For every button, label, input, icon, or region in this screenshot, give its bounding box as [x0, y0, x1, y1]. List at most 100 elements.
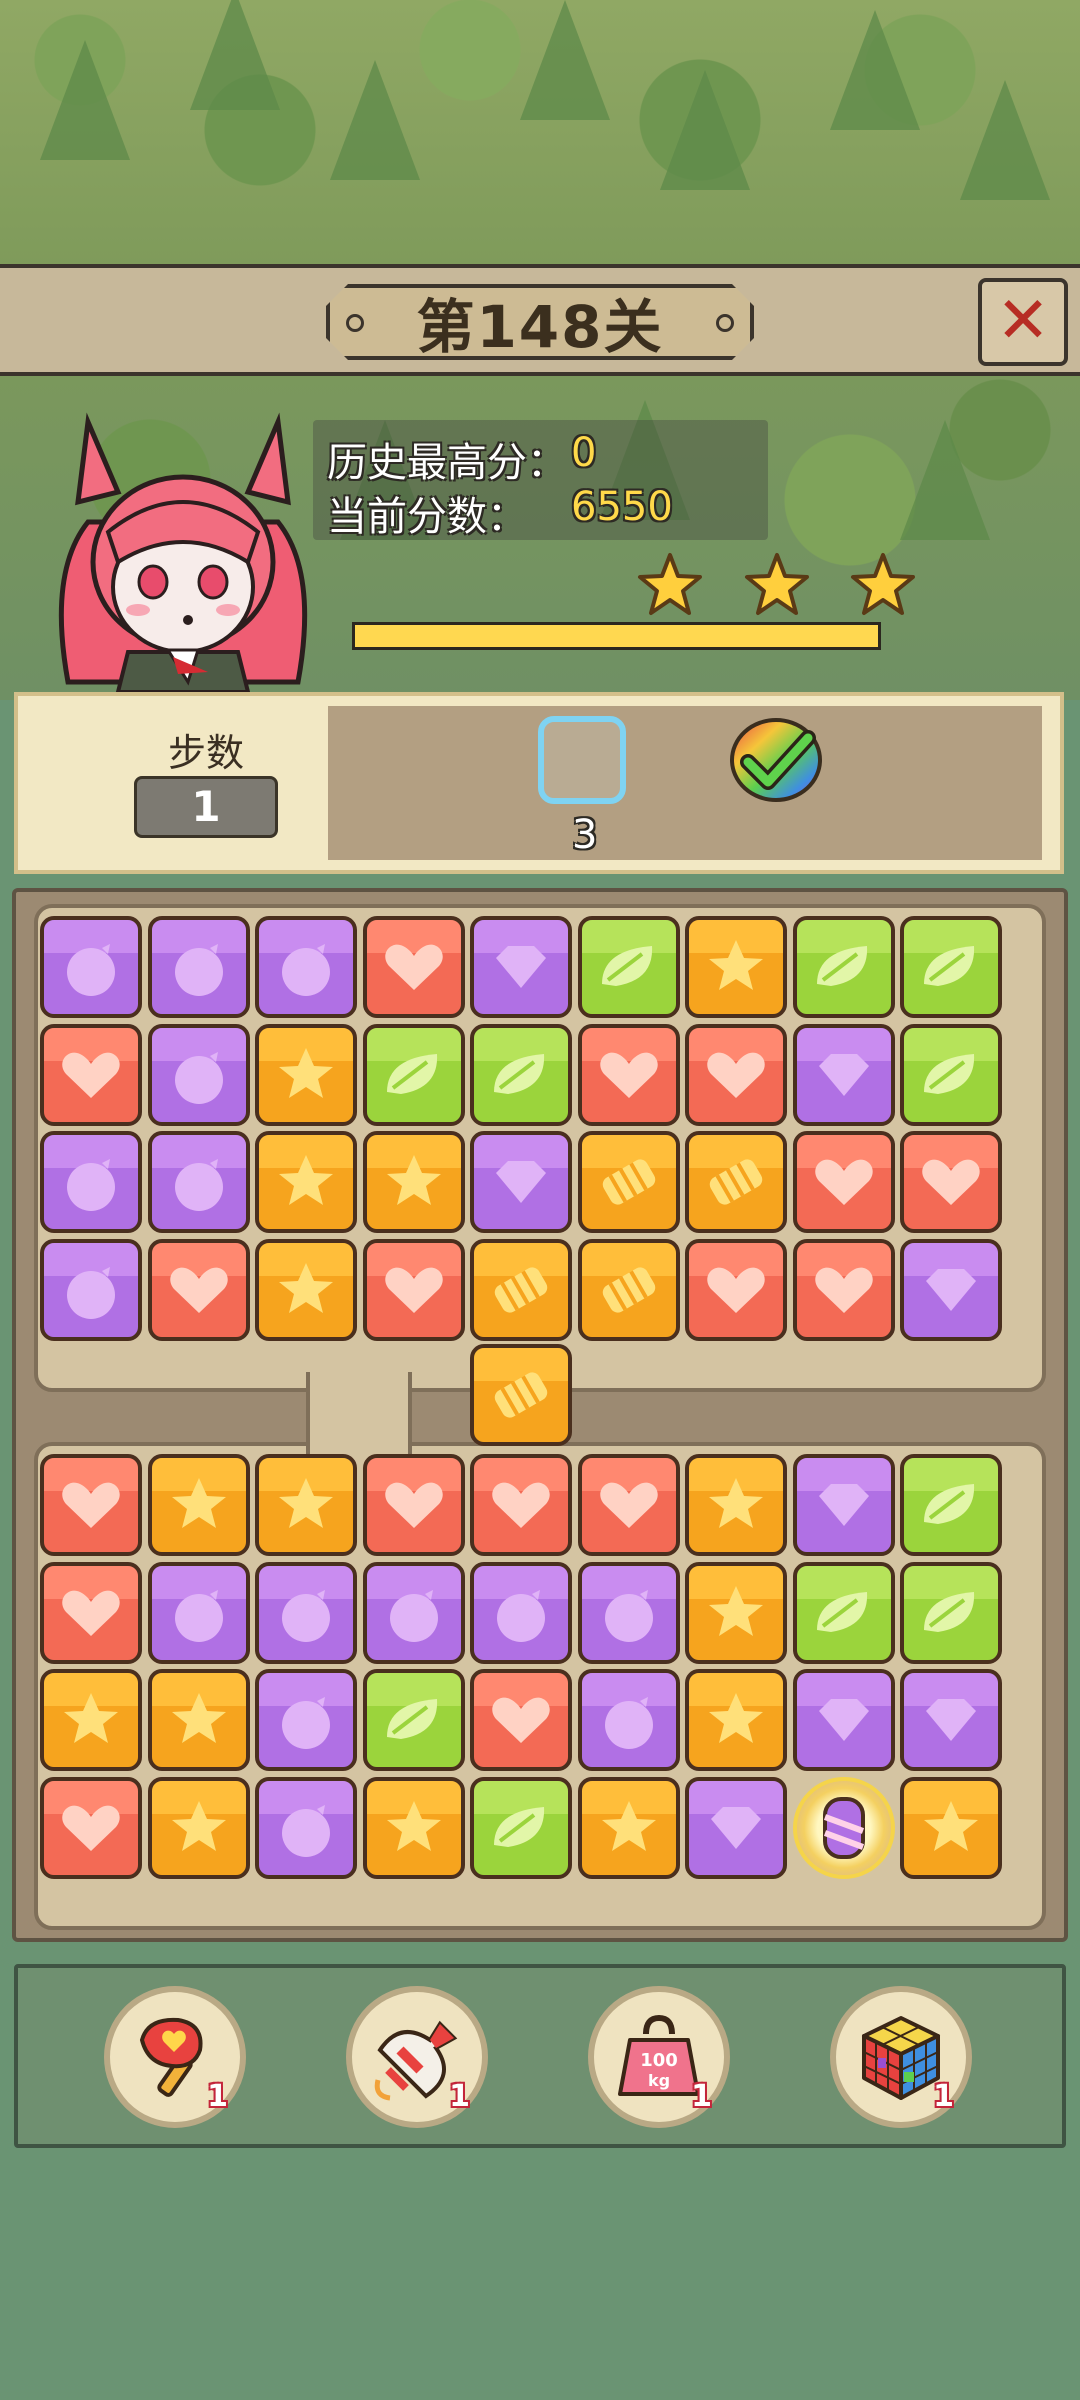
- green-leaf-tile[interactable]: [900, 1023, 1002, 1126]
- purple-gem-tile[interactable]: [900, 1669, 1002, 1771]
- green-leaf-tile[interactable]: [362, 1023, 465, 1126]
- purple-bomb-tile[interactable]: [147, 1023, 250, 1126]
- red-heart-tile[interactable]: [577, 1023, 680, 1126]
- red-heart-tile[interactable]: [792, 1238, 895, 1341]
- orange-candy-tile[interactable]: [577, 1238, 680, 1341]
- weight-button[interactable]: 100 kg 1: [588, 1986, 730, 2128]
- orange-candy-tile[interactable]: [470, 1238, 572, 1341]
- purple-bomb-tile[interactable]: [147, 1561, 250, 1664]
- rocket-count: 1: [449, 2079, 470, 2114]
- red-heart-tile[interactable]: [470, 1454, 572, 1556]
- green-leaf-tile[interactable]: [577, 916, 680, 1018]
- red-heart-tile[interactable]: [40, 1561, 142, 1664]
- red-heart-tile[interactable]: [577, 1454, 680, 1556]
- cube-button[interactable]: 1: [830, 1986, 972, 2128]
- orange-star-tile[interactable]: [147, 1776, 250, 1879]
- red-heart-tile[interactable]: [40, 1454, 142, 1556]
- star-icon: [638, 553, 702, 615]
- green-leaf-tile[interactable]: [470, 1776, 572, 1879]
- purple-bomb-tile[interactable]: [255, 916, 357, 1018]
- cube-count: 1: [933, 2079, 954, 2114]
- orange-candy-tile[interactable]: [685, 1131, 787, 1233]
- goal-panel: 步数 1 3: [14, 692, 1064, 874]
- red-heart-tile[interactable]: [470, 1669, 572, 1771]
- orange-star-tile[interactable]: [685, 1669, 787, 1771]
- orange-candy-tile[interactable]: [577, 1131, 680, 1233]
- score-panel: 历史最高分： 0 当前分数： 6550: [313, 420, 768, 540]
- red-heart-tile[interactable]: [362, 1238, 465, 1341]
- purple-gem-tile[interactable]: [470, 1131, 572, 1233]
- orange-star-tile[interactable]: [685, 1454, 787, 1556]
- purple-gem-tile[interactable]: [470, 916, 572, 1018]
- orange-star-tile[interactable]: [577, 1776, 680, 1879]
- game-board: [12, 888, 1068, 1942]
- purple-bomb-tile[interactable]: [362, 1561, 465, 1664]
- star-icon: [745, 553, 809, 615]
- purple-gem-tile[interactable]: [685, 1776, 787, 1879]
- purple-bomb-tile[interactable]: [147, 1131, 250, 1233]
- goal-targets: [328, 706, 1042, 860]
- steps-value: 1: [134, 776, 278, 838]
- orange-star-tile[interactable]: [147, 1669, 250, 1771]
- red-heart-tile[interactable]: [792, 1131, 895, 1233]
- green-leaf-tile[interactable]: [900, 1561, 1002, 1664]
- red-heart-tile[interactable]: [362, 1454, 465, 1556]
- purple-gem-tile[interactable]: [792, 1023, 895, 1126]
- purple-bomb-tile[interactable]: [40, 1131, 142, 1233]
- red-heart-tile[interactable]: [362, 916, 465, 1018]
- purple-gem-tile[interactable]: [900, 1238, 1002, 1341]
- red-heart-tile[interactable]: [40, 1023, 142, 1126]
- green-leaf-tile[interactable]: [900, 916, 1002, 1018]
- orange-star-tile[interactable]: [685, 916, 787, 1018]
- green-leaf-tile[interactable]: [900, 1454, 1002, 1556]
- red-heart-tile[interactable]: [685, 1238, 787, 1341]
- orange-star-tile[interactable]: [255, 1131, 357, 1233]
- green-leaf-tile[interactable]: [792, 1561, 895, 1664]
- orange-star-tile[interactable]: [255, 1454, 357, 1556]
- purple-bomb-tile[interactable]: [255, 1561, 357, 1664]
- orange-star-tile[interactable]: [362, 1131, 465, 1233]
- purple-bomb-tile[interactable]: [147, 916, 250, 1018]
- red-heart-tile[interactable]: [685, 1023, 787, 1126]
- red-heart-tile[interactable]: [900, 1131, 1002, 1233]
- purple-bomb-tile[interactable]: [470, 1561, 572, 1664]
- empty-cell-icon: [538, 716, 626, 804]
- svg-text:kg: kg: [648, 2071, 670, 2090]
- purple-gem-tile[interactable]: [792, 1454, 895, 1556]
- level-plate: 第148关: [326, 284, 754, 360]
- hammer-count: 1: [207, 2079, 228, 2114]
- red-heart-tile[interactable]: [147, 1238, 250, 1341]
- purple-bomb-tile[interactable]: [577, 1561, 680, 1664]
- purple-gem-tile[interactable]: [792, 1669, 895, 1771]
- current-score-value: 6550: [571, 484, 673, 530]
- bolt-icon: [716, 314, 734, 332]
- orange-star-tile[interactable]: [255, 1238, 357, 1341]
- level-title: 第148关: [416, 293, 664, 361]
- purple-bomb-tile[interactable]: [40, 1238, 142, 1341]
- orange-star-tile[interactable]: [685, 1561, 787, 1664]
- purple-bomb-tile[interactable]: [255, 1776, 357, 1879]
- current-score-label: 当前分数：: [327, 494, 527, 540]
- orange-star-tile[interactable]: [255, 1023, 357, 1126]
- red-heart-tile[interactable]: [40, 1776, 142, 1879]
- score-progress-fill: [355, 625, 878, 647]
- green-leaf-tile[interactable]: [470, 1023, 572, 1126]
- hammer-button[interactable]: 1: [104, 1986, 246, 2128]
- close-button[interactable]: ✕: [978, 278, 1068, 366]
- purple-bomb-tile[interactable]: [577, 1669, 680, 1771]
- purple-bomb-tile[interactable]: [255, 1669, 357, 1771]
- orange-candy-tile[interactable]: [470, 1344, 572, 1446]
- bolt-icon: [346, 314, 364, 332]
- steps-label: 步数: [168, 731, 245, 775]
- orange-star-tile[interactable]: [40, 1669, 142, 1771]
- orange-star-tile[interactable]: [147, 1454, 250, 1556]
- cat-girl-avatar: [58, 412, 308, 692]
- green-leaf-tile[interactable]: [362, 1669, 465, 1771]
- striped-special-tile[interactable]: [792, 1776, 895, 1879]
- best-score-value: 0: [571, 430, 597, 476]
- orange-star-tile[interactable]: [362, 1776, 465, 1879]
- green-leaf-tile[interactable]: [792, 916, 895, 1018]
- orange-star-tile[interactable]: [900, 1776, 1002, 1879]
- purple-bomb-tile[interactable]: [40, 916, 142, 1018]
- rocket-button[interactable]: 1: [346, 1986, 488, 2128]
